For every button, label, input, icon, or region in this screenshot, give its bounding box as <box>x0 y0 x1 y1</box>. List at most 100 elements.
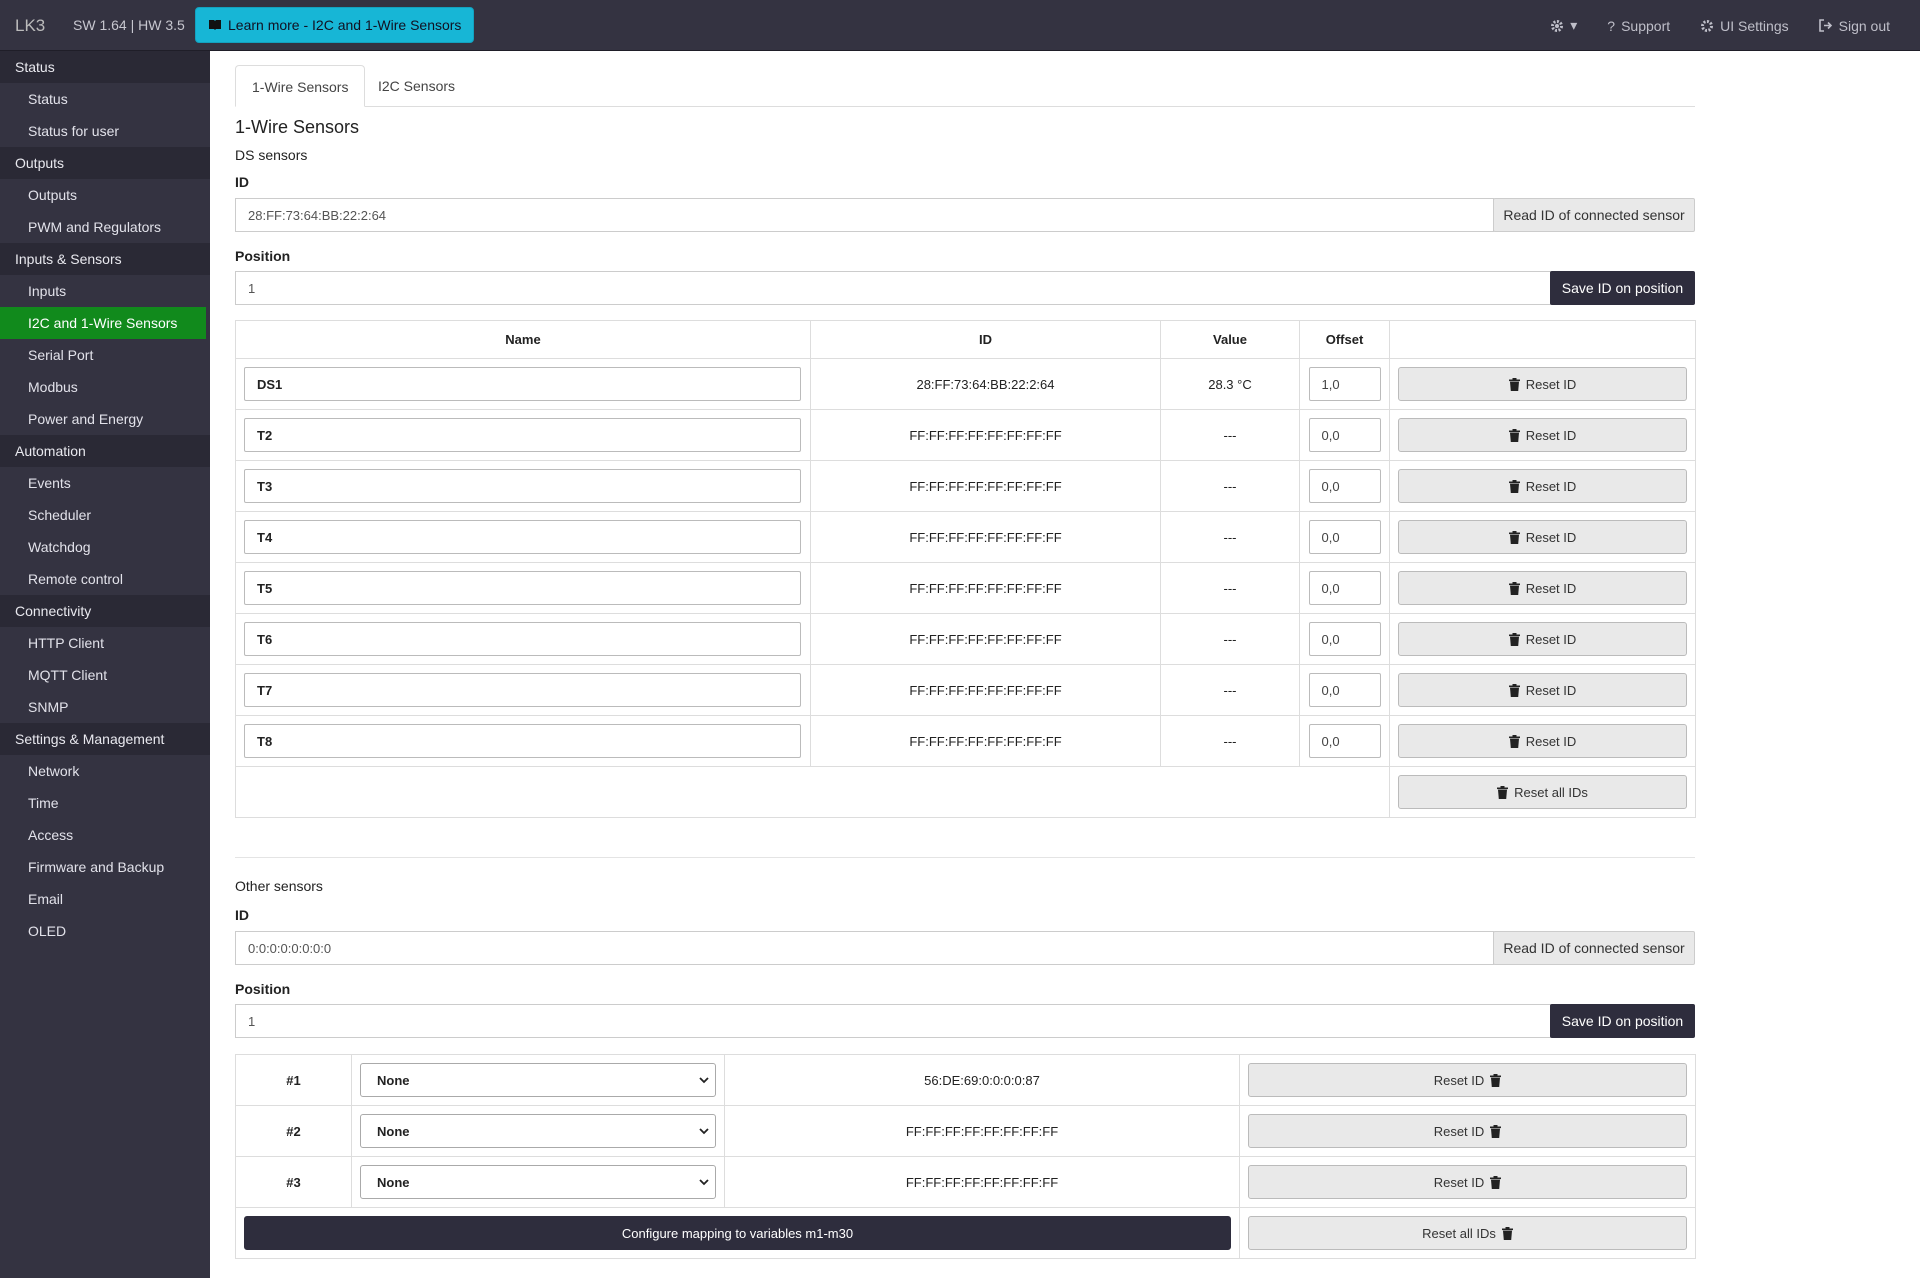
brand-logo[interactable]: LK3 <box>15 16 45 36</box>
other-sensor-table: #1 None 56:DE:69:0:0:0:0:87 Reset ID #2 None F… <box>235 1054 1696 1259</box>
reset-id-button[interactable]: Reset ID <box>1398 571 1687 605</box>
reset-all-ids-button[interactable]: Reset all IDs <box>1248 1216 1687 1250</box>
sensor-name-input[interactable]: T5 <box>244 571 801 605</box>
sensor-name-input[interactable]: T3 <box>244 469 801 503</box>
reset-id-button[interactable]: Reset ID <box>1248 1165 1687 1199</box>
sensor-type-select[interactable]: None <box>360 1063 716 1097</box>
sidebar-item-snmp[interactable]: SNMP <box>0 691 210 723</box>
trash-icon <box>1490 1124 1502 1138</box>
reset-id-button[interactable]: Reset ID <box>1398 367 1687 401</box>
ds-id-input[interactable]: 28:FF:73:64:BB:22:2:64 <box>235 198 1494 232</box>
support-link[interactable]: ? Support <box>1607 18 1670 34</box>
sidebar-item-access[interactable]: Access <box>0 819 210 851</box>
learn-more-button[interactable]: Learn more - I2C and 1-Wire Sensors <box>195 7 475 43</box>
offset-input[interactable]: 0,0 <box>1308 622 1381 656</box>
ui-settings-link[interactable]: UI Settings <box>1700 18 1789 34</box>
sensor-name-input[interactable]: DS1 <box>244 367 801 401</box>
sidebar-item-email[interactable]: Email <box>0 883 210 915</box>
other-save-id-button[interactable]: Save ID on position <box>1550 1004 1695 1038</box>
sidebar-item-modbus[interactable]: Modbus <box>0 371 210 403</box>
trash-icon <box>1508 581 1520 595</box>
trash-icon <box>1508 377 1520 391</box>
sensor-type-select[interactable]: None <box>360 1165 716 1199</box>
table-row: T4 FF:FF:FF:FF:FF:FF:FF:FF --- 0,0 Reset ID <box>235 511 1696 563</box>
table-row: #1 None 56:DE:69:0:0:0:0:87 Reset ID <box>235 1054 1696 1106</box>
table-row: T6 FF:FF:FF:FF:FF:FF:FF:FF --- 0,0 Reset ID <box>235 613 1696 665</box>
sensor-name-input[interactable]: T6 <box>244 622 801 656</box>
name-cell: T5 <box>235 562 811 614</box>
other-id-input[interactable]: 0:0:0:0:0:0:0:0 <box>235 931 1494 965</box>
tab-onewire[interactable]: 1-Wire Sensors <box>235 65 366 107</box>
offset-input[interactable]: 0,0 <box>1308 418 1381 452</box>
sidebar-item-events[interactable]: Events <box>0 467 210 499</box>
sensor-name-input[interactable]: T4 <box>244 520 801 554</box>
sidebar-item-outputs[interactable]: Outputs <box>0 179 210 211</box>
sidebar-section-outputs[interactable]: Outputs <box>0 147 210 179</box>
reset-id-button[interactable]: Reset ID <box>1398 724 1687 758</box>
sign-out-link[interactable]: Sign out <box>1818 18 1890 34</box>
table-row: #3 None FF:FF:FF:FF:FF:FF:FF:FF Reset ID <box>235 1156 1696 1208</box>
sidebar-item-mqtt[interactable]: MQTT Client <box>0 659 210 691</box>
offset-input[interactable]: 0,0 <box>1308 724 1381 758</box>
sidebar-item-firmware[interactable]: Firmware and Backup <box>0 851 210 883</box>
sidebar-item-scheduler[interactable]: Scheduler <box>0 499 210 531</box>
reset-id-button[interactable]: Reset ID <box>1248 1114 1687 1148</box>
sidebar-item-pwm[interactable]: PWM and Regulators <box>0 211 210 243</box>
sidebar-section-settings[interactable]: Settings & Management <box>0 723 210 755</box>
ds-position-input[interactable]: 1 <box>235 271 1551 305</box>
other-id-label: ID <box>235 907 249 923</box>
sidebar-item-remote[interactable]: Remote control <box>0 563 210 595</box>
sidebar-item-serial[interactable]: Serial Port <box>0 339 210 371</box>
sidebar-section-connectivity[interactable]: Connectivity <box>0 595 210 627</box>
trash-icon <box>1490 1175 1502 1189</box>
trash-icon <box>1508 428 1520 442</box>
sensor-name-input[interactable]: T8 <box>244 724 801 758</box>
reset-id-button[interactable]: Reset ID <box>1398 469 1687 503</box>
sidebar-item-i2c[interactable]: I2C and 1-Wire Sensors <box>0 307 206 339</box>
other-position-input[interactable]: 1 <box>235 1004 1551 1038</box>
offset-input[interactable]: 1,0 <box>1308 367 1381 401</box>
sidebar-item-power[interactable]: Power and Energy <box>0 403 210 435</box>
reset-id-label: Reset ID <box>1433 1123 1485 1139</box>
configure-mapping-button[interactable]: Configure mapping to variables m1-m30 <box>244 1216 1231 1250</box>
sensor-name-input[interactable]: T7 <box>244 673 801 707</box>
sidebar-item-status[interactable]: Status <box>0 83 210 115</box>
sidebar-item-inputs[interactable]: Inputs <box>0 275 210 307</box>
sidebar-item-network[interactable]: Network <box>0 755 210 787</box>
offset-input[interactable]: 0,0 <box>1308 520 1381 554</box>
ds-save-id-button[interactable]: Save ID on position <box>1550 271 1695 305</box>
name-cell: DS1 <box>235 358 811 410</box>
trash-icon <box>1490 1073 1502 1087</box>
sidebar-item-oled[interactable]: OLED <box>0 915 210 947</box>
offset-input[interactable]: 0,0 <box>1308 673 1381 707</box>
tab-i2c[interactable]: I2C Sensors <box>362 65 471 107</box>
action-cell: Reset ID <box>1239 1156 1696 1208</box>
sidebar-item-http[interactable]: HTTP Client <box>0 627 210 659</box>
sidebar-section-inputs-sensors[interactable]: Inputs & Sensors <box>0 243 210 275</box>
offset-input[interactable]: 0,0 <box>1308 571 1381 605</box>
sensor-type-select[interactable]: None <box>360 1114 716 1148</box>
other-read-id-button[interactable]: Read ID of connected sensor <box>1493 931 1695 965</box>
reset-id-button[interactable]: Reset ID <box>1398 418 1687 452</box>
ds-read-id-button[interactable]: Read ID of connected sensor <box>1493 198 1695 232</box>
theme-dropdown[interactable]: ▾ <box>1550 17 1577 34</box>
reset-all-ids-button[interactable]: Reset all IDs <box>1398 775 1687 809</box>
sidebar-item-time[interactable]: Time <box>0 787 210 819</box>
reset-id-button[interactable]: Reset ID <box>1398 673 1687 707</box>
sensor-name-input[interactable]: T2 <box>244 418 801 452</box>
reset-id-button[interactable]: Reset ID <box>1248 1063 1687 1097</box>
offset-cell: 0,0 <box>1299 664 1390 716</box>
offset-input[interactable]: 0,0 <box>1308 469 1381 503</box>
name-cell: T8 <box>235 715 811 767</box>
reset-id-button[interactable]: Reset ID <box>1398 622 1687 656</box>
tab-bar: 1-Wire Sensors I2C Sensors <box>235 65 1695 107</box>
sidebar-section-automation[interactable]: Automation <box>0 435 210 467</box>
reset-id-button[interactable]: Reset ID <box>1398 520 1687 554</box>
sidebar-item-watchdog[interactable]: Watchdog <box>0 531 210 563</box>
sidebar-item-status-user[interactable]: Status for user <box>0 115 210 147</box>
sidebar-section-status[interactable]: Status <box>0 51 210 83</box>
action-cell: Reset all IDs <box>1239 1207 1696 1259</box>
reset-id-label: Reset ID <box>1525 580 1577 596</box>
trash-icon <box>1508 632 1520 646</box>
sensor-id-cell: FF:FF:FF:FF:FF:FF:FF:FF <box>724 1105 1240 1157</box>
